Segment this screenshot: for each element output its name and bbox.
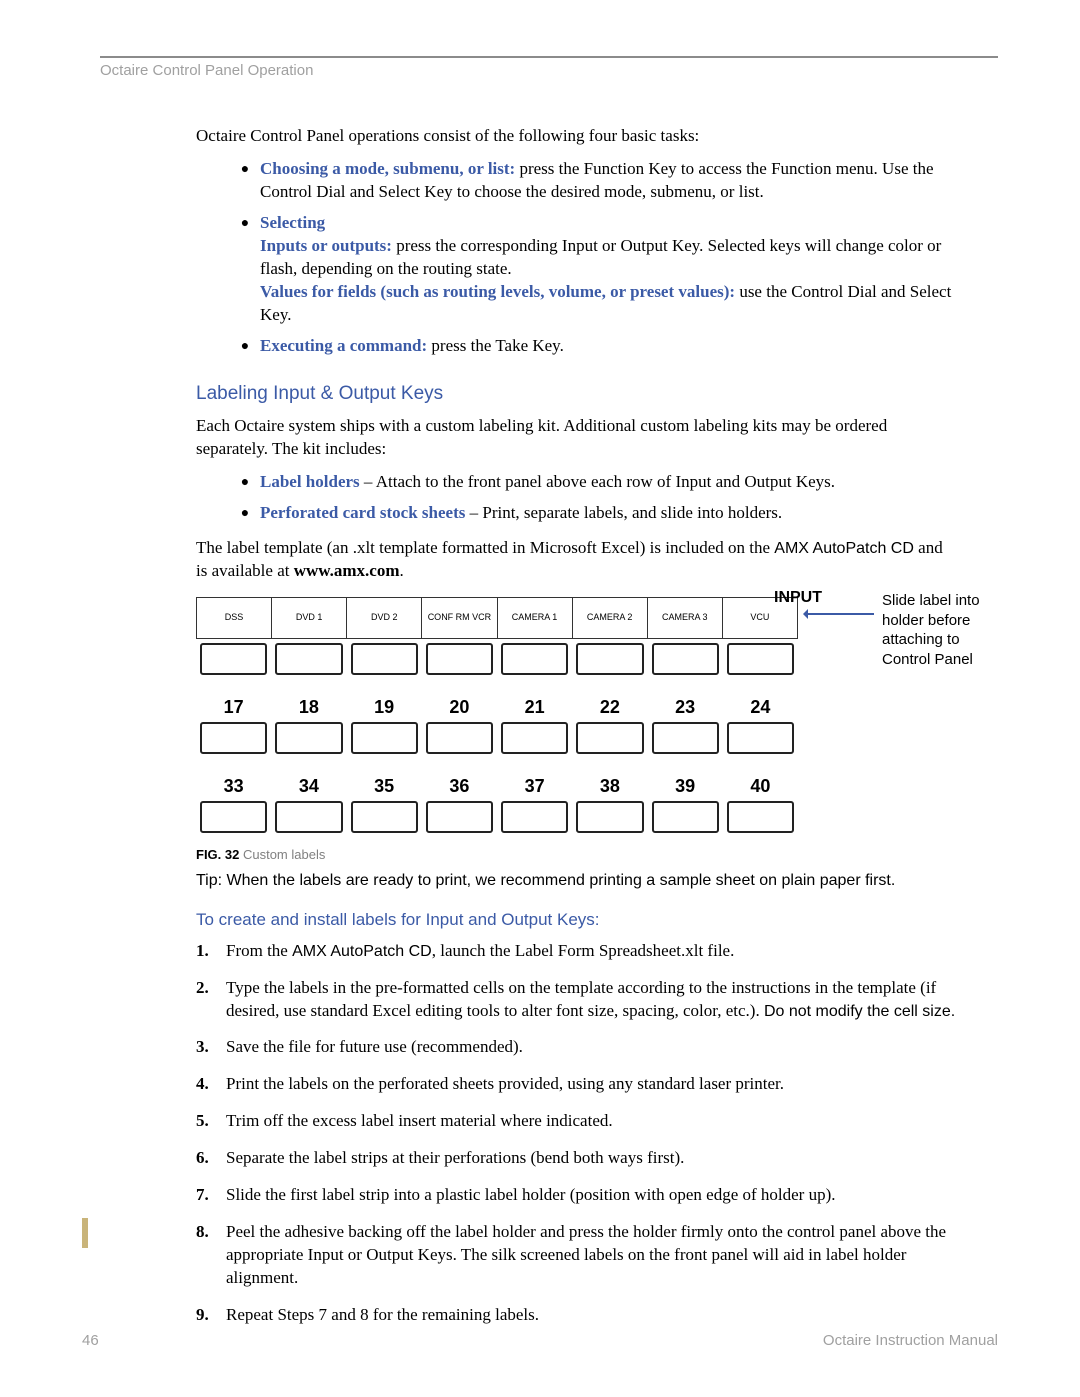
intro-paragraph: Octaire Control Panel operations consist… xyxy=(196,125,958,148)
heading-steps: To create and install labels for Input a… xyxy=(196,910,958,930)
task-choosing: Choosing a mode, submenu, or list: press… xyxy=(260,158,958,204)
step-4: Print the labels on the perforated sheet… xyxy=(226,1073,958,1096)
page-header: Octaire Control Panel Operation xyxy=(100,62,998,79)
step-6: Separate the label strips at their perfo… xyxy=(226,1147,958,1170)
page-number: 46 xyxy=(82,1332,99,1349)
task-executing: Executing a command: press the Take Key. xyxy=(260,335,958,358)
step-9: Repeat Steps 7 and 8 for the remaining l… xyxy=(226,1304,958,1327)
heading-labeling: Labeling Input & Output Keys xyxy=(196,383,958,405)
figure-custom-labels: INPUT Slide label into holder before att… xyxy=(196,597,958,833)
bullet-icon: ● xyxy=(230,212,260,327)
step-7: Slide the first label strip into a plast… xyxy=(226,1184,958,1207)
step-5: Trim off the excess label insert materia… xyxy=(226,1110,958,1133)
step-3: Save the file for future use (recommende… xyxy=(226,1036,958,1059)
footer-title: Octaire Instruction Manual xyxy=(823,1332,998,1349)
input-tag: INPUT xyxy=(774,589,822,607)
step-1: From the AMX AutoPatch CD, launch the La… xyxy=(226,940,958,963)
kit-label-holders: Label holders – Attach to the front pane… xyxy=(260,471,958,494)
bullet-icon: ● xyxy=(230,335,260,358)
bullet-icon: ● xyxy=(230,502,260,525)
bullet-icon: ● xyxy=(230,471,260,494)
step-2: Type the labels in the pre-formatted cel… xyxy=(226,977,958,1023)
figure-annotation: Slide label into holder before attaching… xyxy=(882,591,1012,669)
accent-bar-icon xyxy=(82,1218,88,1248)
figure-caption: FIG. 32 Custom labels xyxy=(196,847,958,862)
kit-paragraph: Each Octaire system ships with a custom … xyxy=(196,415,958,461)
step-8: Peel the adhesive backing off the label … xyxy=(226,1221,958,1290)
tip-paragraph: Tip: When the labels are ready to print,… xyxy=(196,870,958,892)
task-selecting: Selecting Inputs or outputs: press the c… xyxy=(260,212,958,327)
arrow-icon xyxy=(804,613,874,615)
kit-perforated-sheets: Perforated card stock sheets – Print, se… xyxy=(260,502,958,525)
bullet-icon: ● xyxy=(230,158,260,204)
template-paragraph: The label template (an .xlt template for… xyxy=(196,537,958,583)
